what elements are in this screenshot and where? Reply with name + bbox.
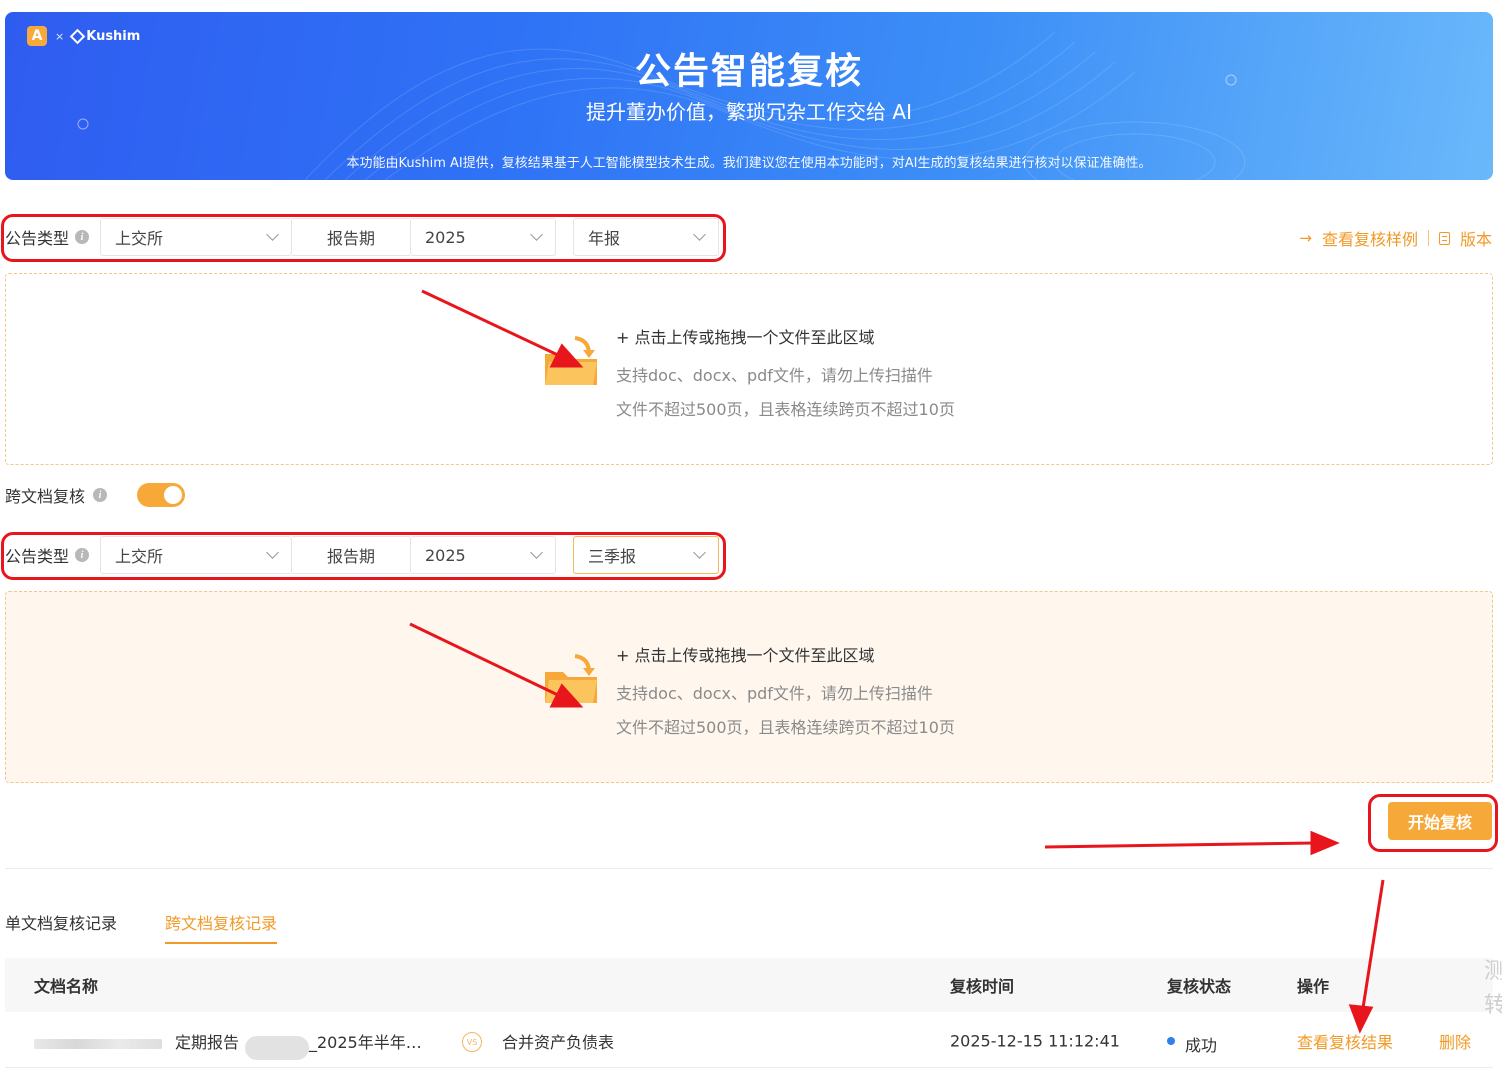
banner-title: 公告智能复核	[634, 51, 863, 92]
brand-separator: ×	[55, 29, 65, 43]
section-divider	[5, 868, 1493, 869]
upload-dropzone-secondary[interactable]: + 点击上传或拖拽一个文件至此区域 支持doc、docx、pdf文件，请勿上传扫…	[5, 591, 1493, 783]
doc-a-name-suffix: _2025年半年…	[309, 1032, 422, 1052]
view-result-link[interactable]: 查看复核结果	[1297, 1029, 1393, 1053]
column-header-time: 复核时间	[950, 977, 1015, 996]
upload-dropzone-primary[interactable]: + 点击上传或拖拽一个文件至此区域 支持doc、docx、pdf文件，请勿上传扫…	[5, 273, 1493, 465]
upload-instructions: + 点击上传或拖拽一个文件至此区域 支持doc、docx、pdf文件，请勿上传扫…	[616, 324, 955, 430]
cross-document-row: 跨文档复核 i	[5, 483, 186, 507]
doc-b-name: 合并资产负债表	[502, 1032, 615, 1052]
annotation-box-filter-2	[1, 532, 726, 580]
vs-icon: VS	[462, 1032, 482, 1052]
upload-limit-hint: 文件不超过500页，且表格连续跨页不超过10页	[616, 400, 955, 419]
annotation-arrowhead-start	[1310, 830, 1340, 856]
review-time: 2025-12-15 11:12:41	[950, 1031, 1120, 1050]
column-header-action: 操作	[1297, 977, 1330, 996]
hero-banner: A × Kushim 公告智能复核 提升董办价值，繁琐冗杂工作交给 AI 本功能…	[5, 12, 1493, 180]
upload-format-hint: 支持doc、docx、pdf文件，请勿上传扫描件	[616, 684, 933, 703]
folder-upload-icon	[545, 654, 597, 703]
column-header-name: 文档名称	[34, 977, 99, 996]
redacted-text	[245, 1036, 309, 1060]
document-icon	[1438, 231, 1450, 245]
view-example-link[interactable]: 查看复核样例	[1322, 226, 1418, 250]
upload-format-hint: 支持doc、docx、pdf文件，请勿上传扫描件	[616, 366, 933, 385]
top-links: → 查看复核样例 版本	[1299, 226, 1492, 250]
tab-single-document-records[interactable]: 单文档复核记录	[5, 910, 117, 944]
tab-cross-document-records[interactable]: 跨文档复核记录	[165, 910, 278, 944]
cross-document-label: 跨文档复核	[5, 487, 86, 506]
edge-floating-text: 测转	[1484, 959, 1502, 1018]
record-tabs: 单文档复核记录 跨文档复核记录	[5, 910, 278, 944]
cross-document-toggle[interactable]	[137, 483, 186, 507]
banner-subtitle: 提升董办价值，繁琐冗杂工作交给 AI	[586, 100, 912, 124]
records-table-header: 文档名称 复核时间 复核状态 操作	[5, 958, 1493, 1012]
column-header-status: 复核状态	[1167, 977, 1232, 996]
upload-main-text: + 点击上传或拖拽一个文件至此区域	[616, 328, 875, 347]
banner-disclaimer: 本功能由Kushim AI提供，复核结果基于人工智能模型技术生成。我们建议您在使…	[346, 156, 1152, 171]
upload-main-text: + 点击上传或拖拽一个文件至此区域	[616, 646, 875, 665]
version-link[interactable]: 版本	[1460, 226, 1492, 250]
doc-a-name-prefix: 定期报告	[175, 1032, 240, 1052]
delete-link[interactable]: 删除	[1439, 1029, 1471, 1053]
folder-upload-icon	[545, 336, 597, 385]
info-icon[interactable]: i	[93, 488, 108, 502]
status-badge: 成功	[1185, 1035, 1218, 1055]
redacted-text	[34, 1039, 162, 1049]
annotation-box-start-button	[1368, 794, 1498, 852]
table-row: 定期报告 _2025年半年… VS 合并资产负债表 2025-12-15 11:…	[5, 1014, 1493, 1068]
upload-instructions: + 点击上传或拖拽一个文件至此区域 支持doc、docx、pdf文件，请勿上传扫…	[616, 642, 955, 748]
annotation-arrow-start	[1044, 841, 1316, 849]
status-dot-icon	[1167, 1037, 1175, 1045]
link-divider	[1427, 230, 1429, 246]
annotation-box-filter-1	[1, 214, 726, 262]
arrow-right-icon: →	[1299, 229, 1312, 247]
upload-limit-hint: 文件不超过500页，且表格连续跨页不超过10页	[616, 718, 955, 737]
